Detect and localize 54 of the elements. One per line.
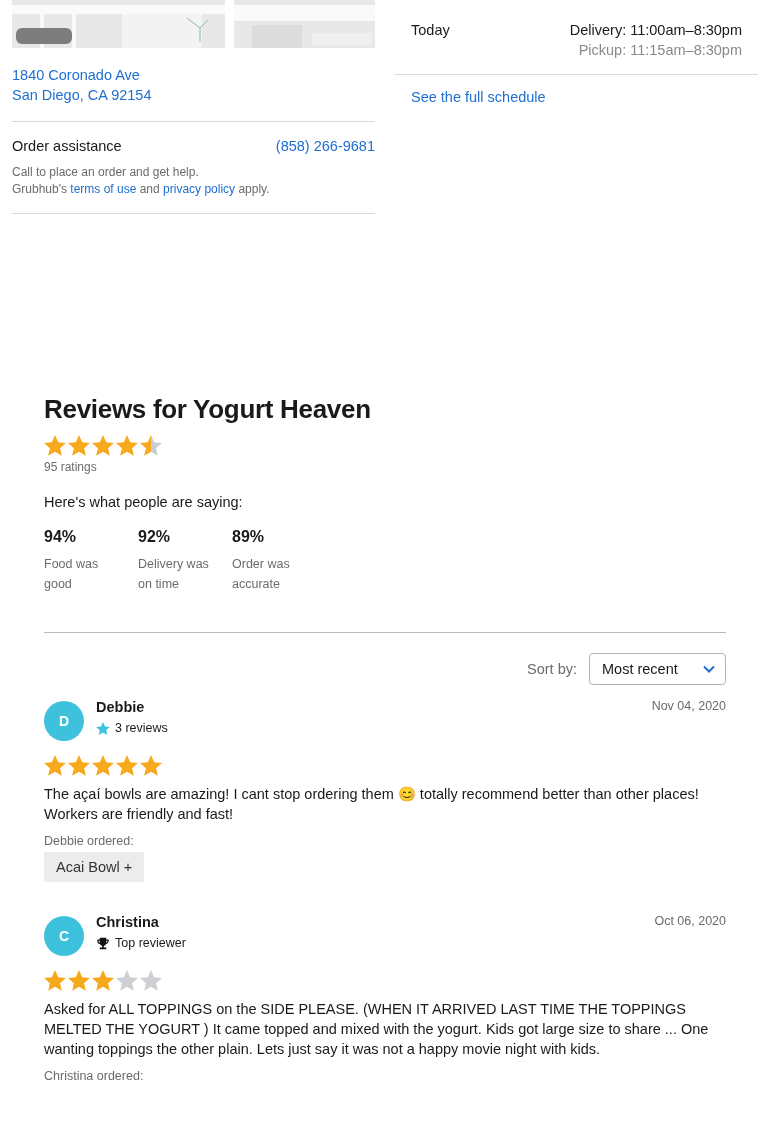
stat-percent: 89% — [232, 528, 266, 546]
star-icon — [44, 970, 66, 991]
reviews-heading: Reviews for Yogurt Heaven — [44, 394, 372, 425]
privacy-link[interactable]: privacy policy — [163, 182, 236, 196]
legal-text: Grubhub's terms of use and privacy policy apply. — [12, 181, 271, 198]
delivery-hours: Delivery: 11:00am–8:30pm — [569, 21, 742, 40]
ordered-label: Christina ordered: — [44, 1069, 145, 1083]
schedule-link[interactable]: See the full schedule — [411, 89, 546, 105]
star-icon — [68, 970, 90, 991]
sort-label: Sort by: — [527, 661, 577, 677]
summary-heading: Here's what people are saying: — [44, 494, 244, 510]
star-icon — [68, 435, 90, 456]
review-date: Nov 04, 2020 — [651, 699, 726, 713]
stat-label: Delivery was on time — [138, 556, 210, 593]
reviewer-name: Debbie — [96, 699, 146, 715]
star-icon — [116, 970, 138, 991]
sort-dropdown[interactable]: Most recent — [589, 653, 726, 685]
reviewer-status-label: Top reviewer — [115, 936, 186, 950]
day-label: Today — [411, 21, 450, 40]
review-date: Oct 06, 2020 — [654, 914, 726, 928]
assistance-note: Call to place an order and get help. — [12, 164, 200, 181]
star-icon — [92, 755, 114, 776]
star-icon — [44, 435, 66, 456]
star-icon — [140, 755, 162, 776]
address-link[interactable]: San Diego, CA 92154 — [12, 85, 152, 105]
star-icon — [92, 435, 114, 456]
review-text: Asked for ALL TOPPINGS on the SIDE PLEASE. (WHEN IT ARRIVED LAST TIME THE TOPPINGS MELTED THE YOGURT ) It came topped and mixed with the yogurt. Kids got large size to share ... One wanting toppings the other plain. Lets just say it was not a happy movie night with kids. — [44, 1000, 710, 1059]
reviewer-status-label: 3 reviews — [115, 721, 168, 735]
star-icon — [96, 721, 110, 735]
star-icon — [92, 970, 114, 991]
stat-percent: 92% — [138, 528, 172, 546]
star-icon — [140, 970, 162, 991]
star-icon — [116, 755, 138, 776]
star-icon — [44, 755, 66, 776]
chevron-icon — [703, 665, 715, 673]
stat-label: Food was good — [44, 556, 100, 593]
trophy-icon — [96, 936, 110, 950]
ratings-count: 95 ratings — [44, 460, 98, 474]
stat-label: Order was accurate — [232, 556, 291, 593]
ordered-item-chip[interactable]: Acai Bowl + — [44, 852, 145, 882]
avatar: D — [44, 701, 84, 741]
reviewer-name: Christina — [96, 914, 160, 930]
ordered-label: Debbie ordered: — [44, 834, 135, 848]
pickup-hours: Pickup: 11:15am–8:30pm — [578, 41, 742, 60]
stat-percent: 94% — [44, 528, 78, 546]
address-link[interactable]: 1840 Coronado Ave — [12, 65, 140, 85]
assistance-label: Order assistance — [12, 138, 122, 154]
avatar: C — [44, 916, 84, 956]
star-icon — [140, 435, 162, 456]
star-icon — [116, 435, 138, 456]
review-text: The açaí bowls are amazing! I cant stop ordering them 😊 totally recommend better than other places! Workers are friendly and fast! — [44, 785, 700, 824]
star-icon — [68, 755, 90, 776]
phone-link[interactable]: (858) 266-9681 — [275, 138, 375, 154]
terms-link[interactable]: terms of use — [70, 182, 137, 196]
